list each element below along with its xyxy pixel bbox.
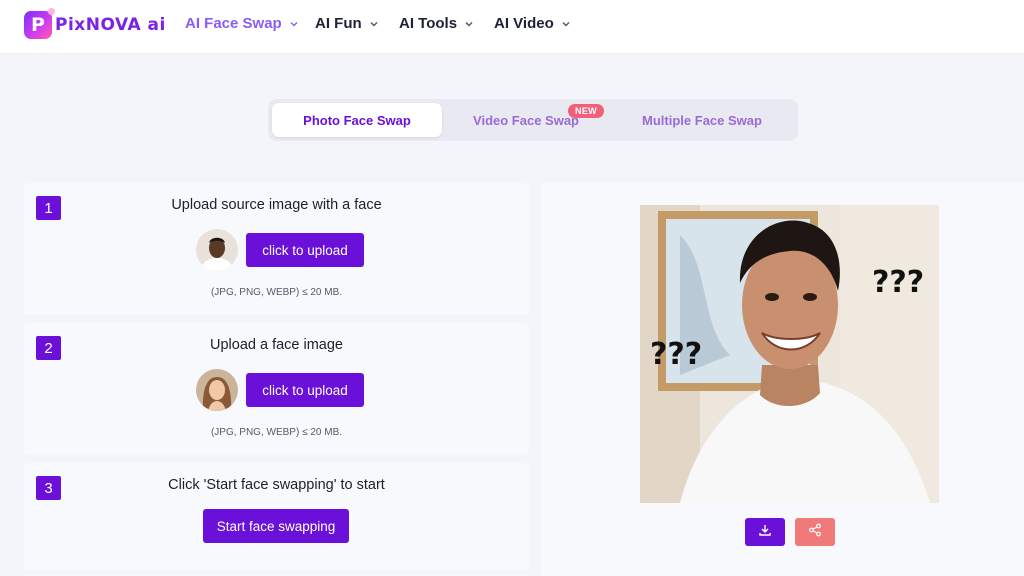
step-card-3: 3 Click 'Start face swapping' to start S… [24, 463, 529, 570]
brand-name: PixNOVA ai [55, 15, 166, 35]
nav-label: AI Video [494, 15, 554, 32]
swap-mode-tabs: Photo Face Swap Video Face Swap Multiple… [268, 99, 798, 141]
share-button[interactable] [795, 518, 835, 546]
source-face-avatar[interactable] [196, 229, 238, 271]
nav-ai-fun[interactable]: AI Fun [315, 15, 379, 32]
download-button[interactable] [745, 518, 785, 546]
new-badge: NEW [568, 104, 604, 118]
step-card-1: 1 Upload source image with a face click … [24, 183, 529, 315]
tab-multiple-face-swap[interactable]: Multiple Face Swap [614, 103, 790, 137]
chevron-down-icon [369, 19, 379, 29]
chevron-down-icon [561, 19, 571, 29]
target-face-avatar[interactable] [196, 369, 238, 411]
nav-ai-video[interactable]: AI Video [494, 15, 571, 32]
tab-photo-face-swap[interactable]: Photo Face Swap [272, 103, 442, 137]
nav-ai-face-swap[interactable]: AI Face Swap [185, 15, 299, 32]
download-icon [758, 523, 772, 542]
caption-right: ??? [872, 265, 925, 300]
top-header: P PixNOVA ai AI Face Swap AI Fun AI Tool… [0, 0, 1024, 54]
result-preview-image: ??? ??? [640, 205, 939, 503]
nav-label: AI Fun [315, 15, 362, 32]
nav-label: AI Tools [399, 15, 458, 32]
step-title: Upload source image with a face [171, 197, 382, 213]
caption-left: ??? [650, 337, 703, 372]
upload-source-button[interactable]: click to upload [246, 233, 364, 267]
chevron-down-icon [289, 19, 299, 29]
step-title: Upload a face image [210, 337, 343, 353]
start-face-swapping-button[interactable]: Start face swapping [203, 509, 349, 543]
file-hint: (JPG, PNG, WEBP) ≤ 20 MB. [210, 287, 343, 298]
chevron-down-icon [464, 19, 474, 29]
brand-logo[interactable]: P PixNOVA ai [24, 8, 166, 41]
share-icon [808, 523, 822, 542]
nav-ai-tools[interactable]: AI Tools [399, 15, 474, 32]
logo-mark-icon: P [24, 8, 55, 39]
step-title: Click 'Start face swapping' to start [168, 477, 385, 493]
upload-face-button[interactable]: click to upload [246, 373, 364, 407]
nav-label: AI Face Swap [185, 15, 282, 32]
step-card-2: 2 Upload a face image click to upload (J… [24, 323, 529, 455]
file-hint: (JPG, PNG, WEBP) ≤ 20 MB. [210, 427, 343, 438]
